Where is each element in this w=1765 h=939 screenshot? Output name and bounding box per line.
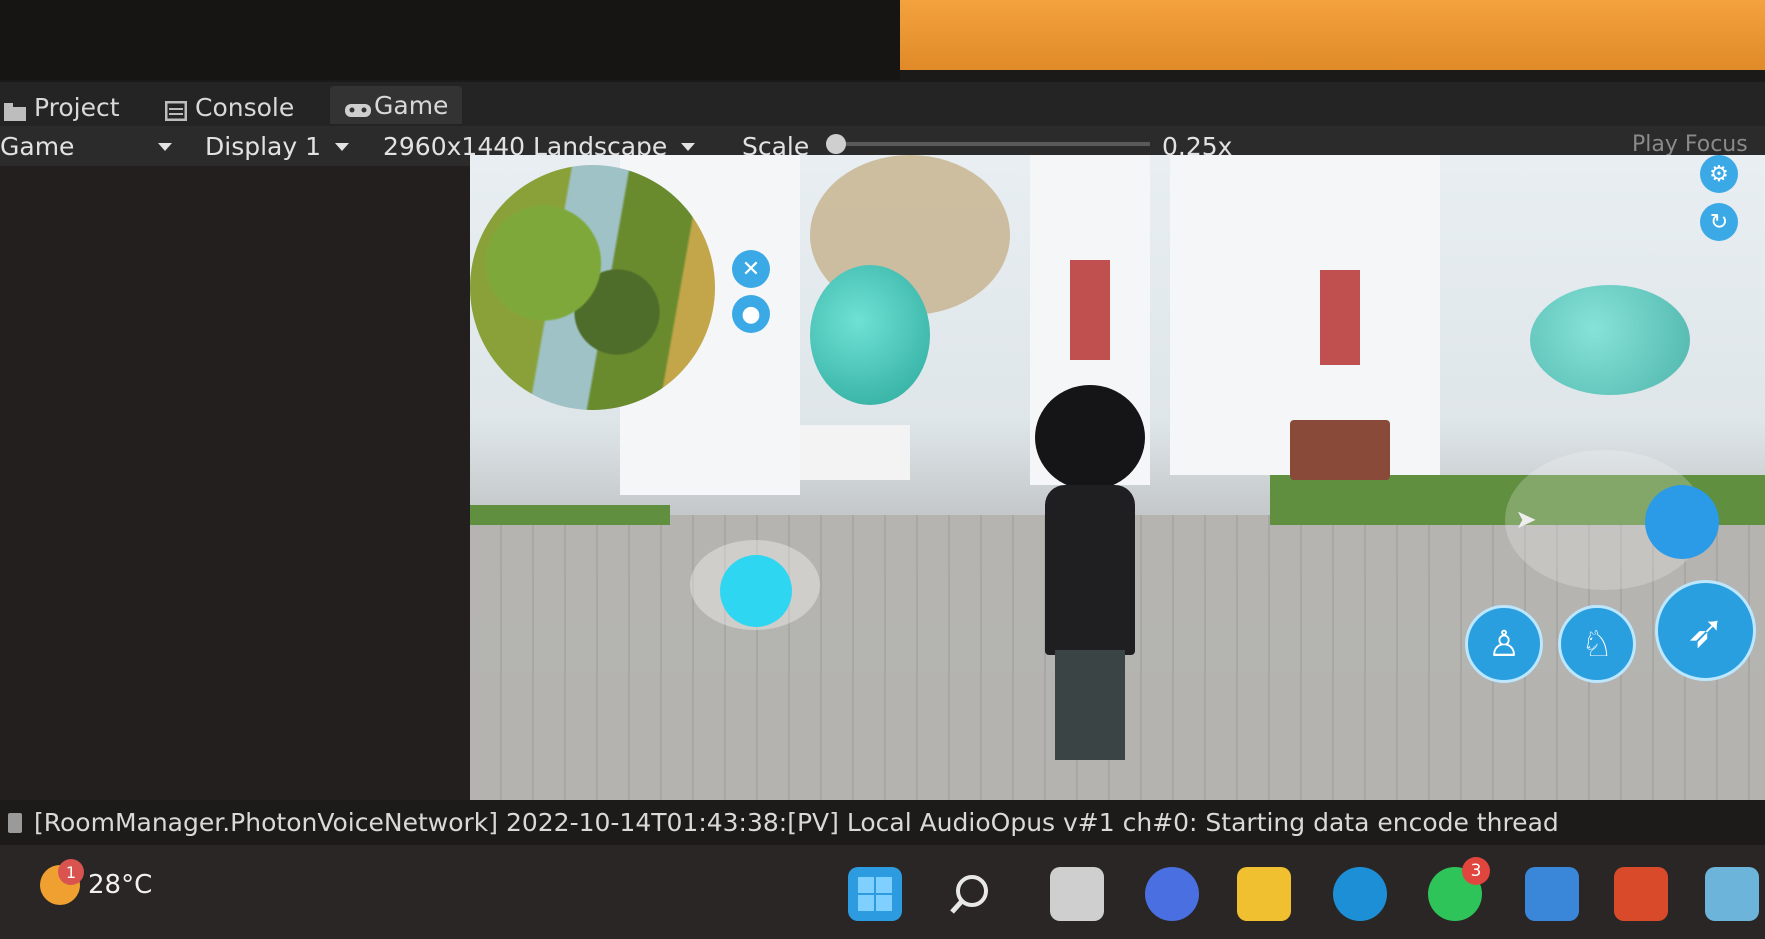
crouch-button[interactable]: ♘ [1558, 605, 1636, 683]
folder-icon[interactable] [1237, 867, 1291, 921]
tab-project[interactable]: Project [4, 92, 120, 122]
tree [810, 265, 930, 405]
display-select-value: Display 1 [205, 132, 322, 161]
tab-project-label: Project [34, 92, 120, 122]
refresh-icon[interactable]: ↻ [1700, 203, 1738, 241]
crouch-icon: ♘ [1580, 623, 1614, 665]
staircase [800, 425, 910, 480]
sit-icon: ♙ [1487, 623, 1521, 665]
console-status-bar[interactable]: [RoomManager.PhotonVoiceNetwork] 2022-10… [0, 800, 1765, 845]
sit-button[interactable]: ♙ [1465, 605, 1543, 683]
whatsapp-icon[interactable]: 3 [1428, 857, 1490, 921]
game-viewport[interactable]: ✕ ● ⚙ ↻ ➤ ♙ ♘ ➶ [470, 155, 1765, 815]
image-viewer-icon[interactable] [1705, 867, 1759, 921]
os-taskbar: 1 28°C 3 [0, 845, 1765, 939]
notification-badge: 3 [1462, 857, 1490, 885]
weather-widget[interactable]: 1 28°C [40, 859, 153, 905]
gamepad-icon [344, 96, 371, 117]
bench [1290, 420, 1390, 480]
tab-console-label: Console [195, 92, 295, 122]
view-select-value: Game [0, 132, 75, 161]
run-icon: ➶ [1686, 603, 1725, 658]
view-select[interactable]: Game [0, 132, 173, 161]
weather-icon: 1 [40, 859, 84, 905]
office-icon[interactable] [1614, 867, 1668, 921]
joystick-knob[interactable] [1645, 485, 1719, 559]
tab-game[interactable]: Game [330, 86, 463, 124]
background-shadow [0, 0, 900, 80]
scale-slider-handle[interactable] [826, 134, 846, 154]
console-message: [RoomManager.PhotonVoiceNetwork] 2022-10… [34, 808, 1559, 837]
play-focus-select[interactable]: Play Focus [1632, 132, 1748, 157]
chevron-down-icon [158, 142, 173, 151]
avatar-body [1045, 485, 1135, 655]
joystick-knob[interactable] [720, 555, 792, 627]
search-icon[interactable] [943, 867, 997, 921]
windows-start-icon[interactable] [848, 867, 902, 921]
folder-icon [4, 98, 26, 121]
run-button[interactable]: ➶ [1655, 580, 1756, 681]
display-select[interactable]: Display 1 [205, 132, 350, 161]
video-call-icon[interactable] [1145, 867, 1199, 921]
mute-icon[interactable]: ✕ [732, 250, 770, 288]
edge-icon[interactable] [1333, 867, 1387, 921]
chevron-down-icon [681, 142, 696, 151]
mouse-cursor-icon: ➤ [1515, 505, 1537, 535]
minimap[interactable] [470, 165, 715, 410]
weather-temperature: 28°C [88, 870, 153, 900]
grass-patch [470, 505, 670, 525]
file-manager-icon[interactable] [1050, 867, 1104, 921]
red-pillar [1070, 260, 1110, 360]
editor-tab-bar: Project Console Game [0, 82, 1765, 126]
editor-left-panel [0, 166, 470, 816]
scale-slider-track[interactable] [830, 142, 1150, 146]
tree [1530, 285, 1690, 395]
player-avatar [1010, 385, 1150, 765]
photos-icon[interactable] [1525, 867, 1579, 921]
background-monitor [900, 0, 1765, 70]
red-pillar [1320, 270, 1360, 365]
settings-icon[interactable]: ⚙ [1700, 155, 1738, 193]
tab-game-label: Game [374, 90, 449, 120]
tab-console[interactable]: Console [164, 92, 295, 122]
avatar-legs [1055, 650, 1125, 760]
chevron-down-icon [335, 142, 350, 151]
avatar-head [1035, 385, 1145, 490]
notification-badge: 1 [58, 859, 84, 885]
microphone-icon[interactable]: ● [732, 295, 770, 333]
move-joystick[interactable] [690, 530, 820, 660]
console-icon [164, 98, 188, 122]
info-icon [8, 812, 22, 833]
